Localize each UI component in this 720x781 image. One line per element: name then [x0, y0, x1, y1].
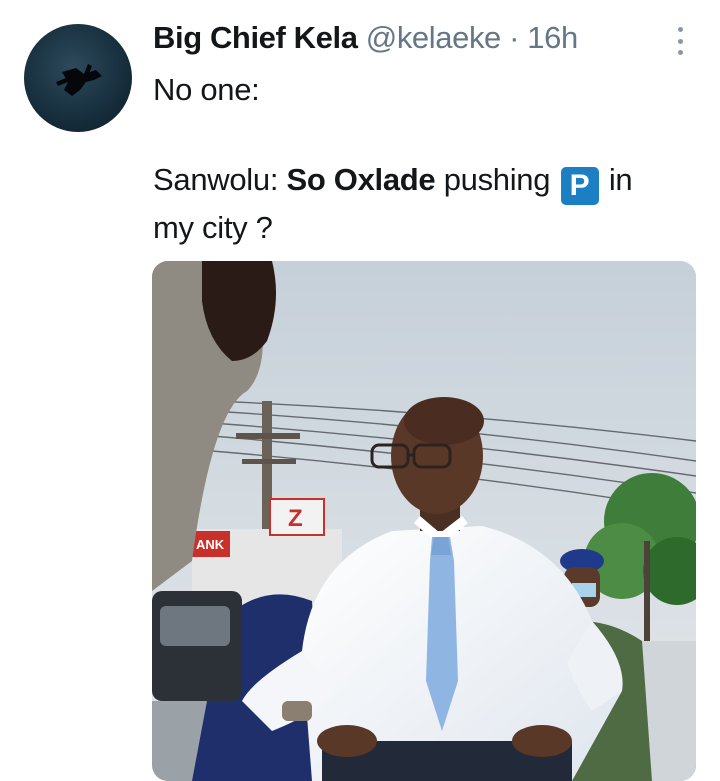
tweet-text: No one: Sanwolu: So Oxlade pushing P in … — [153, 67, 693, 250]
tweet-photo[interactable]: ANK Z — [152, 261, 696, 781]
bold-phrase: So Oxlade — [286, 162, 436, 197]
tweet-text-suffix: in — [600, 162, 633, 197]
tweet-header: Big Chief Kela @kelaeke · 16h — [153, 18, 660, 58]
tweet-text-line-2: Sanwolu: So Oxlade pushing P in — [153, 157, 693, 205]
author-name[interactable]: Big Chief Kela — [153, 20, 358, 55]
avatar[interactable] — [24, 24, 132, 132]
header-separator: · — [509, 20, 520, 55]
avatar-figure-icon — [56, 64, 102, 96]
menu-dot — [677, 38, 683, 44]
parking-p-emoji-icon: P — [560, 167, 599, 205]
author-handle[interactable]: @kelaeke — [366, 20, 502, 55]
menu-dot — [677, 50, 683, 55]
more-vertical-icon[interactable] — [670, 27, 690, 55]
photo-scene: ANK Z — [152, 261, 696, 781]
sign-text-1: ANK — [196, 537, 225, 552]
tweet-text-line-3: my city ? — [153, 210, 273, 245]
menu-dot — [677, 27, 683, 32]
tweet-text-middle: pushing — [435, 162, 559, 197]
tweet-time[interactable]: 16h — [527, 20, 578, 55]
tweet-text-line-1: No one: — [153, 72, 260, 107]
sign-text-2: Z — [288, 505, 303, 532]
speaker-label: Sanwolu: — [153, 162, 287, 197]
